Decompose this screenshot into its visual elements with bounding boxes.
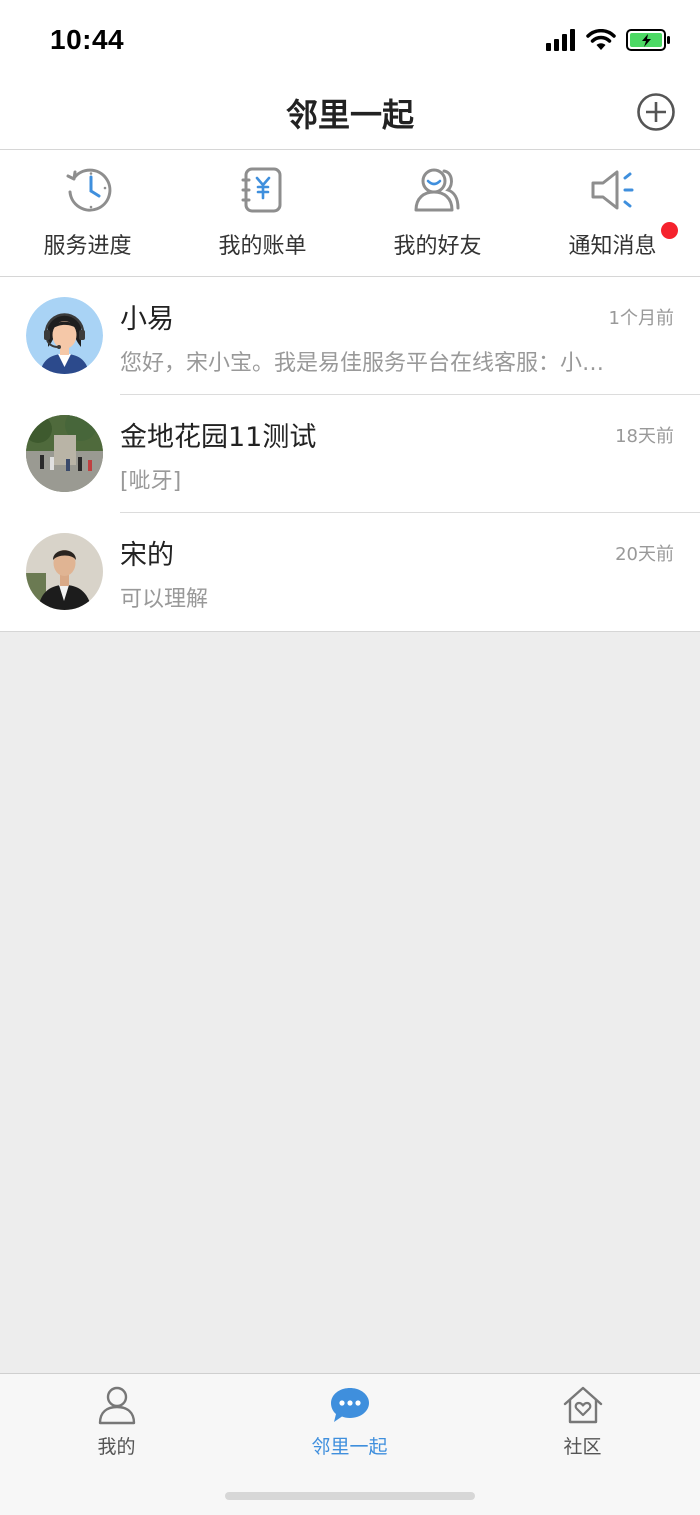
quick-action-my-bill[interactable]: 我的账单 (175, 150, 350, 277)
chat-bubble-icon (331, 1388, 369, 1422)
quick-action-label: 服务进度 (43, 234, 132, 259)
house-heart-icon (563, 1386, 603, 1424)
person-icon (98, 1386, 136, 1425)
conversation-name: 金地花园11测试 (120, 422, 317, 453)
quick-action-label: 我的好友 (393, 234, 482, 259)
unread-badge (661, 222, 678, 239)
clock-history-icon (66, 168, 112, 212)
street-photo-avatar (26, 415, 103, 492)
page-title: 邻里一起 (285, 96, 414, 134)
tab-bar: 我的 邻里一起 社区 (0, 1373, 700, 1515)
tab-mine[interactable]: 我的 (0, 1374, 233, 1474)
speaker-icon (591, 170, 634, 210)
conversation-preview: 可以理解 (120, 587, 209, 612)
conversation-time: 18天前 (615, 426, 674, 447)
plus-circle-icon[interactable] (636, 92, 676, 132)
signal-icon (546, 29, 575, 51)
tab-label: 我的 (97, 1436, 136, 1458)
conversation-time: 1个月前 (608, 308, 674, 329)
person-photo-avatar (26, 533, 103, 610)
battery-icon (626, 29, 670, 51)
quick-action-notifications[interactable]: 通知消息 (525, 150, 700, 277)
quick-action-my-friends[interactable]: 我的好友 (350, 150, 525, 277)
conversation-name: 宋的 (120, 540, 174, 571)
wifi-icon (586, 29, 616, 50)
quick-actions-bar: 服务进度 我的账单 我的好友 通知消息 (0, 150, 700, 277)
status-icons (546, 28, 672, 52)
tab-community[interactable]: 社区 (466, 1374, 699, 1474)
conversation-name: 小易 (120, 304, 174, 335)
conversation-list: 小易 1个月前 您好，宋小宝。我是易佳服务平台在线客服：小… 金地花园11测试 … (0, 277, 700, 632)
navigation-bar: 邻里一起 (0, 80, 700, 150)
tab-label: 社区 (563, 1436, 602, 1458)
home-indicator[interactable] (225, 1492, 475, 1500)
tab-label: 邻里一起 (311, 1436, 388, 1458)
conversation-preview: 您好，宋小宝。我是易佳服务平台在线客服：小… (120, 351, 605, 376)
service-agent-avatar (26, 297, 103, 374)
conversation-preview: [呲牙] (120, 469, 182, 494)
conversation-item[interactable]: 宋的 20天前 可以理解 (0, 513, 700, 631)
friends-icon (414, 168, 460, 212)
tab-neighborhood[interactable]: 邻里一起 (233, 1374, 466, 1474)
status-time: 10:44 (50, 24, 125, 55)
conversation-item[interactable]: 小易 1个月前 您好，宋小宝。我是易佳服务平台在线客服：小… (0, 277, 700, 395)
bill-icon (241, 167, 282, 213)
status-bar: 10:44 (0, 0, 700, 80)
conversation-item[interactable]: 金地花园11测试 18天前 [呲牙] (0, 395, 700, 513)
quick-action-service-progress[interactable]: 服务进度 (0, 150, 175, 277)
conversation-time: 20天前 (615, 544, 674, 565)
quick-action-label: 我的账单 (218, 234, 307, 259)
